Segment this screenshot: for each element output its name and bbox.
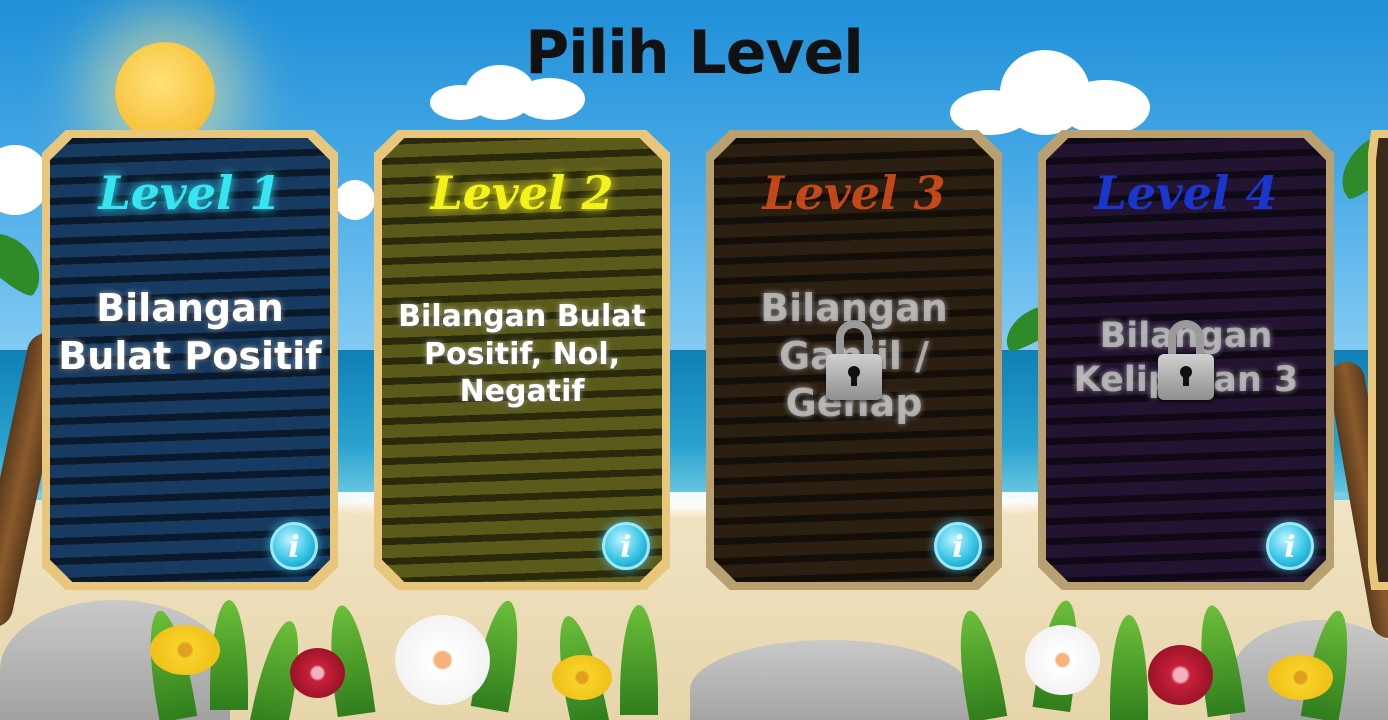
level-card-4[interactable]: Level 4 Bilangan Kelipatan 3 i: [1038, 130, 1334, 590]
info-icon[interactable]: i: [934, 522, 982, 570]
info-icon[interactable]: i: [270, 522, 318, 570]
level-card-3[interactable]: Level 3 Bilangan Ganjil / Genap i: [706, 130, 1002, 590]
level-name: Bilangan Bulat Positif: [58, 286, 322, 378]
flower-yellow: [552, 655, 612, 700]
level-name: Bilangan Bulat Positif, Nol, Negatif: [398, 299, 646, 409]
lock-icon: [826, 320, 882, 400]
level-label: Level 4: [1094, 166, 1278, 220]
level-label: Level 3: [762, 166, 946, 220]
level-label: Level 2: [430, 166, 614, 220]
level-card-2[interactable]: Level 2 Bilangan Bulat Positif, Nol, Neg…: [374, 130, 670, 590]
flower-white: [395, 615, 490, 705]
flower-yellow: [1268, 655, 1333, 700]
flower-yellow: [150, 625, 220, 675]
info-icon[interactable]: i: [602, 522, 650, 570]
flower-red: [290, 648, 345, 698]
level-label: Level 1: [98, 166, 282, 220]
cloud: [335, 175, 375, 225]
flower-red: [1148, 645, 1213, 705]
info-icon[interactable]: i: [1266, 522, 1314, 570]
level-card-1[interactable]: Level 1 Bilangan Bulat Positif i: [42, 130, 338, 590]
flower-white: [1025, 625, 1100, 695]
page-title: Pilih Level: [525, 18, 864, 88]
level-card-5-partial[interactable]: [1368, 130, 1388, 590]
lock-icon: [1158, 320, 1214, 400]
